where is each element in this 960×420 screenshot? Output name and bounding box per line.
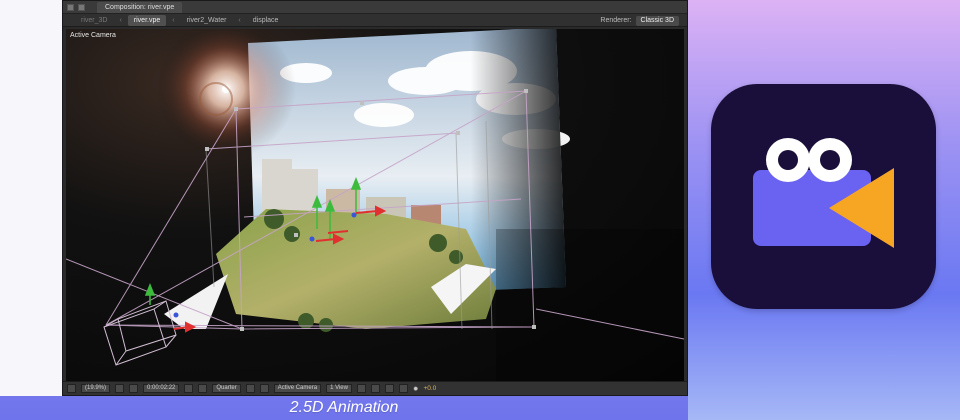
composition-tab[interactable]: Composition: river.vpe [97, 1, 183, 13]
renderer-label: Renderer: [600, 17, 632, 24]
active-camera-label: Active Camera [70, 32, 116, 39]
snapshot-icon[interactable] [184, 384, 194, 393]
tab-displace[interactable]: displace [247, 15, 285, 26]
window-titlebar: Composition: river.vpe [63, 1, 687, 14]
camera-view-dropdown[interactable]: Active Camera [273, 384, 322, 393]
app-icon-graphic [753, 138, 894, 248]
region-of-interest-icon[interactable] [245, 384, 255, 393]
fast-previews-icon[interactable] [370, 384, 380, 393]
scene-canvas [66, 29, 684, 381]
renderer-dropdown[interactable]: Classic 3D [635, 15, 679, 26]
exposure-value[interactable]: +0.0 [423, 385, 436, 392]
view-layout-dropdown[interactable]: 1 View [326, 384, 352, 393]
timeline-icon[interactable] [384, 384, 394, 393]
color-channels-icon[interactable] [198, 384, 208, 393]
tab-river-vpe[interactable]: river.vpe [127, 14, 167, 26]
video-camera-eyes-icon [711, 84, 936, 309]
lock-icon[interactable] [78, 3, 85, 11]
flowchart-icon[interactable] [398, 384, 408, 393]
viewer-statusbar: (19.9%) 0:00:02:22 Quarter Active Camera… [63, 381, 687, 395]
tab-river2-water[interactable]: river2_Water [181, 15, 233, 26]
caption-bar: 2.5D Animation [289, 399, 399, 416]
tab-separator: ‹ [119, 16, 122, 24]
toggle-pixel-aspect-icon[interactable] [356, 384, 366, 393]
toggle-alpha-icon[interactable] [67, 384, 76, 393]
transparency-grid-icon[interactable] [259, 384, 269, 393]
tab-river-3d[interactable]: river_3D [75, 15, 113, 26]
timecode-display[interactable]: 0:00:02:22 [143, 384, 180, 393]
renderer-control: Renderer: Classic 3D [600, 14, 679, 27]
panel-menu-icon[interactable] [67, 3, 74, 11]
composition-viewport[interactable]: Active Camera [66, 29, 684, 381]
resolution-dropdown[interactable]: Quarter [212, 384, 241, 393]
mask-visibility-icon[interactable] [129, 384, 139, 393]
exposure-icon[interactable]: ✹ [413, 385, 418, 393]
composition-tabs: river_3D ‹ river.vpe ‹ river2_Water ‹ di… [63, 14, 687, 27]
left-background [0, 0, 62, 396]
zoom-dropdown[interactable]: (19.9%) [81, 384, 111, 393]
tab-separator: ‹ [238, 16, 241, 24]
tab-separator: ‹ [172, 16, 175, 24]
after-effects-window: Composition: river.vpe river_3D ‹ river.… [62, 0, 688, 396]
safe-zones-icon[interactable] [115, 384, 125, 393]
